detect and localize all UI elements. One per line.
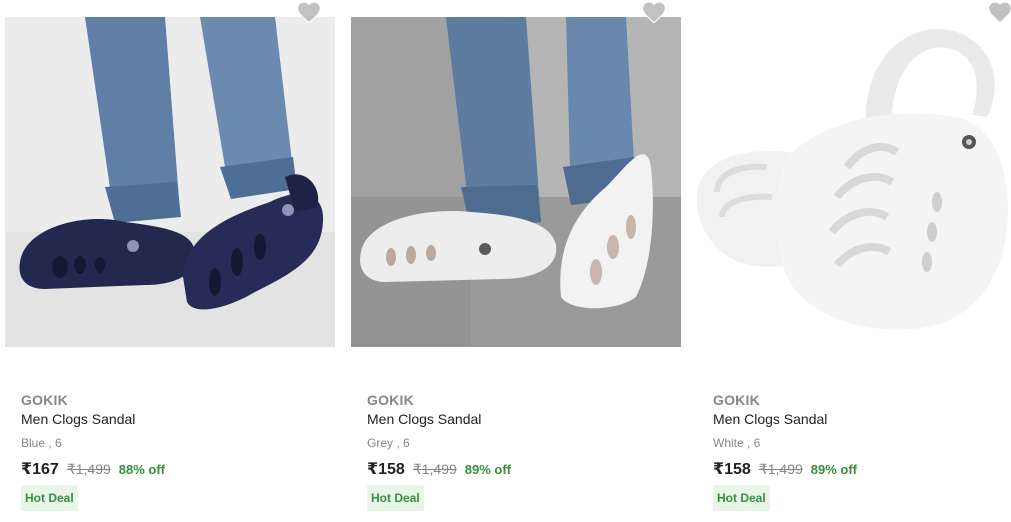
product-title[interactable]: Men Clogs Sandal bbox=[21, 411, 135, 427]
wishlist-heart-icon[interactable] bbox=[296, 0, 322, 24]
wishlist-heart-icon[interactable] bbox=[641, 0, 667, 24]
hot-deal-badge: Hot Deal bbox=[713, 485, 770, 511]
product-image[interactable] bbox=[5, 17, 335, 347]
product-variant: Grey , 6 bbox=[367, 436, 410, 450]
selling-price: ₹158 bbox=[713, 461, 751, 478]
product-photo-navy-clogs bbox=[5, 17, 335, 347]
discount-percent: 89% off bbox=[810, 462, 858, 477]
product-image[interactable] bbox=[697, 17, 1011, 347]
original-price: ₹1,499 bbox=[66, 461, 111, 477]
product-photo-grey-clogs bbox=[351, 17, 681, 347]
discount-percent: 89% off bbox=[464, 462, 512, 477]
product-variant: White , 6 bbox=[713, 436, 761, 450]
price-row: ₹158 ₹1,499 89% off bbox=[367, 459, 511, 479]
product-brand: GOKIK bbox=[367, 392, 414, 408]
product-card[interactable]: GOKIK Men Clogs Sandal White , 6 ₹158 ₹1… bbox=[697, 0, 1011, 522]
hot-deal-badge: Hot Deal bbox=[367, 485, 424, 511]
discount-percent: 88% off bbox=[118, 462, 166, 477]
product-brand: GOKIK bbox=[713, 392, 760, 408]
product-image[interactable] bbox=[351, 17, 681, 347]
selling-price: ₹158 bbox=[367, 461, 405, 478]
wishlist-heart-icon[interactable] bbox=[987, 0, 1011, 24]
product-photo-white-clogs bbox=[697, 17, 1011, 347]
price-row: ₹167 ₹1,499 88% off bbox=[21, 459, 165, 479]
product-title[interactable]: Men Clogs Sandal bbox=[367, 411, 481, 427]
original-price: ₹1,499 bbox=[412, 461, 457, 477]
product-title[interactable]: Men Clogs Sandal bbox=[713, 411, 827, 427]
selling-price: ₹167 bbox=[21, 461, 59, 478]
product-card[interactable]: GOKIK Men Clogs Sandal Blue , 6 ₹167 ₹1,… bbox=[5, 0, 335, 522]
hot-deal-badge: Hot Deal bbox=[21, 485, 78, 511]
product-brand: GOKIK bbox=[21, 392, 68, 408]
product-card[interactable]: GOKIK Men Clogs Sandal Grey , 6 ₹158 ₹1,… bbox=[351, 0, 681, 522]
product-variant: Blue , 6 bbox=[21, 436, 62, 450]
price-row: ₹158 ₹1,499 89% off bbox=[713, 459, 857, 479]
original-price: ₹1,499 bbox=[758, 461, 803, 477]
